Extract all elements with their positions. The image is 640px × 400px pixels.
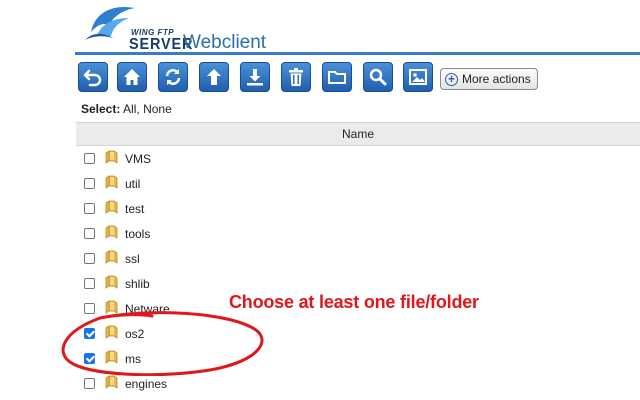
- row-checkbox[interactable]: [84, 378, 95, 389]
- select-label: Select:: [81, 102, 121, 116]
- new-folder-button[interactable]: [322, 62, 352, 92]
- folder-icon: [105, 275, 118, 289]
- upload-button[interactable]: [199, 62, 229, 92]
- annotation-text: Choose at least one file/folder: [229, 292, 479, 312]
- row-checkbox[interactable]: [84, 228, 95, 239]
- file-row[interactable]: tools: [76, 221, 640, 246]
- folder-icon: [105, 375, 118, 389]
- app-header: WING FTP SERVER Webclient: [75, 0, 640, 56]
- delete-button[interactable]: [281, 62, 311, 92]
- back-arrow-icon: [83, 69, 102, 87]
- folder-icon: [105, 225, 118, 239]
- folder-icon: [105, 150, 118, 164]
- trash-icon: [289, 68, 303, 86]
- file-name[interactable]: util: [125, 177, 140, 191]
- file-name[interactable]: ssl: [125, 252, 140, 266]
- select-none-link[interactable]: None: [143, 102, 172, 116]
- select-separator: ,: [136, 102, 140, 116]
- select-bar: Select: All, None: [81, 102, 172, 116]
- refresh-icon: [165, 69, 181, 85]
- row-checkbox[interactable]: [84, 253, 95, 264]
- app-title: Webclient: [183, 32, 267, 53]
- image-view-button[interactable]: [403, 62, 433, 92]
- back-button[interactable]: [78, 62, 108, 92]
- header-divider: [75, 52, 640, 55]
- download-button[interactable]: [240, 62, 270, 92]
- file-name[interactable]: engines: [125, 377, 167, 391]
- file-name[interactable]: test: [125, 202, 144, 216]
- more-actions-button[interactable]: + More actions: [440, 68, 538, 90]
- refresh-button[interactable]: [158, 62, 188, 92]
- file-name[interactable]: tools: [125, 227, 150, 241]
- search-button[interactable]: [363, 62, 393, 92]
- select-all-link[interactable]: All: [123, 102, 136, 116]
- image-icon: [409, 69, 427, 85]
- folder-icon: [105, 250, 118, 264]
- annotation-circle: [61, 311, 264, 376]
- column-header-name[interactable]: Name: [76, 122, 640, 146]
- row-checkbox[interactable]: [84, 178, 95, 189]
- file-name[interactable]: shlib: [125, 277, 150, 291]
- upload-icon: [207, 69, 221, 85]
- file-row[interactable]: ssl: [76, 246, 640, 271]
- file-row[interactable]: VMS: [76, 146, 640, 171]
- row-checkbox[interactable]: [84, 203, 95, 214]
- home-icon: [124, 69, 140, 85]
- folder-icon: [105, 175, 118, 189]
- plus-circle-icon: +: [445, 72, 458, 86]
- folder-icon: [105, 200, 118, 214]
- search-icon: [369, 68, 387, 86]
- file-row[interactable]: test: [76, 196, 640, 221]
- more-actions-label: More actions: [462, 72, 531, 86]
- file-name[interactable]: VMS: [125, 152, 151, 166]
- download-icon: [247, 69, 263, 86]
- row-checkbox[interactable]: [84, 153, 95, 164]
- home-button[interactable]: [117, 62, 147, 92]
- row-checkbox[interactable]: [84, 278, 95, 289]
- file-row[interactable]: util: [76, 171, 640, 196]
- wing-ftp-logo: WING FTP SERVER: [83, 2, 192, 54]
- folder-icon: [328, 71, 346, 84]
